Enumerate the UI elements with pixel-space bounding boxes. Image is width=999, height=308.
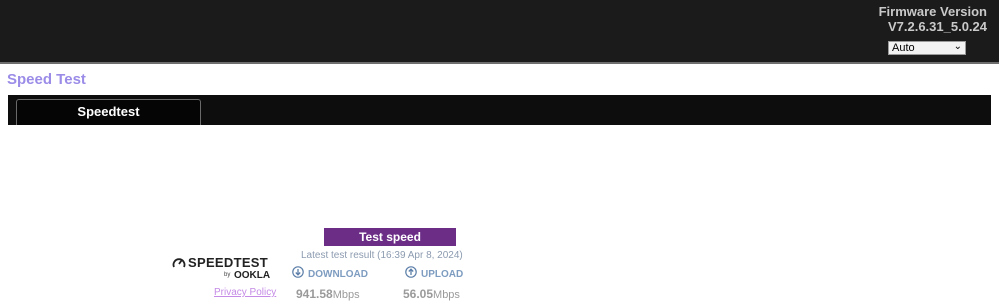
firmware-info: Firmware Version V7.2.6.31_5.0.24	[879, 4, 987, 34]
firmware-value: V7.2.6.31_5.0.24	[887, 19, 987, 34]
chevron-down-icon: ⌄	[953, 41, 962, 52]
download-unit: Mbps	[332, 289, 360, 301]
tab-speedtest[interactable]: Speedtest	[16, 99, 201, 125]
test-speed-button[interactable]: Test speed	[324, 228, 456, 246]
upload-arrow-icon	[405, 266, 417, 278]
upload-number: 56.05	[403, 287, 434, 301]
upload-label: UPLOAD	[421, 269, 464, 280]
logo-brand: OOKLA	[234, 270, 271, 281]
language-select-value: Auto	[892, 42, 915, 54]
privacy-policy-link[interactable]: Privacy Policy	[214, 287, 276, 298]
logo-wordmark: SPEEDTEST	[188, 255, 268, 270]
download-number: 941.58	[296, 287, 333, 301]
language-select[interactable]: Auto ⌄	[888, 41, 966, 55]
speedtest-logo: SPEEDTEST by OOKLA	[172, 255, 276, 285]
upload-unit: Mbps	[433, 289, 460, 301]
download-value: 941.58Mbps	[296, 287, 360, 301]
page-title: Speed Test	[7, 71, 86, 88]
gauge-icon	[172, 258, 186, 268]
latest-result-text: Latest test result (16:39 Apr 8, 2024)	[301, 250, 463, 261]
logo-by: by	[224, 272, 231, 278]
top-bar: Firmware Version V7.2.6.31_5.0.24 Auto ⌄	[0, 0, 999, 64]
download-arrow-icon	[292, 266, 304, 278]
upload-value: 56.05Mbps	[403, 287, 460, 301]
download-label: DOWNLOAD	[308, 269, 368, 280]
firmware-label: Firmware Version	[878, 4, 987, 19]
